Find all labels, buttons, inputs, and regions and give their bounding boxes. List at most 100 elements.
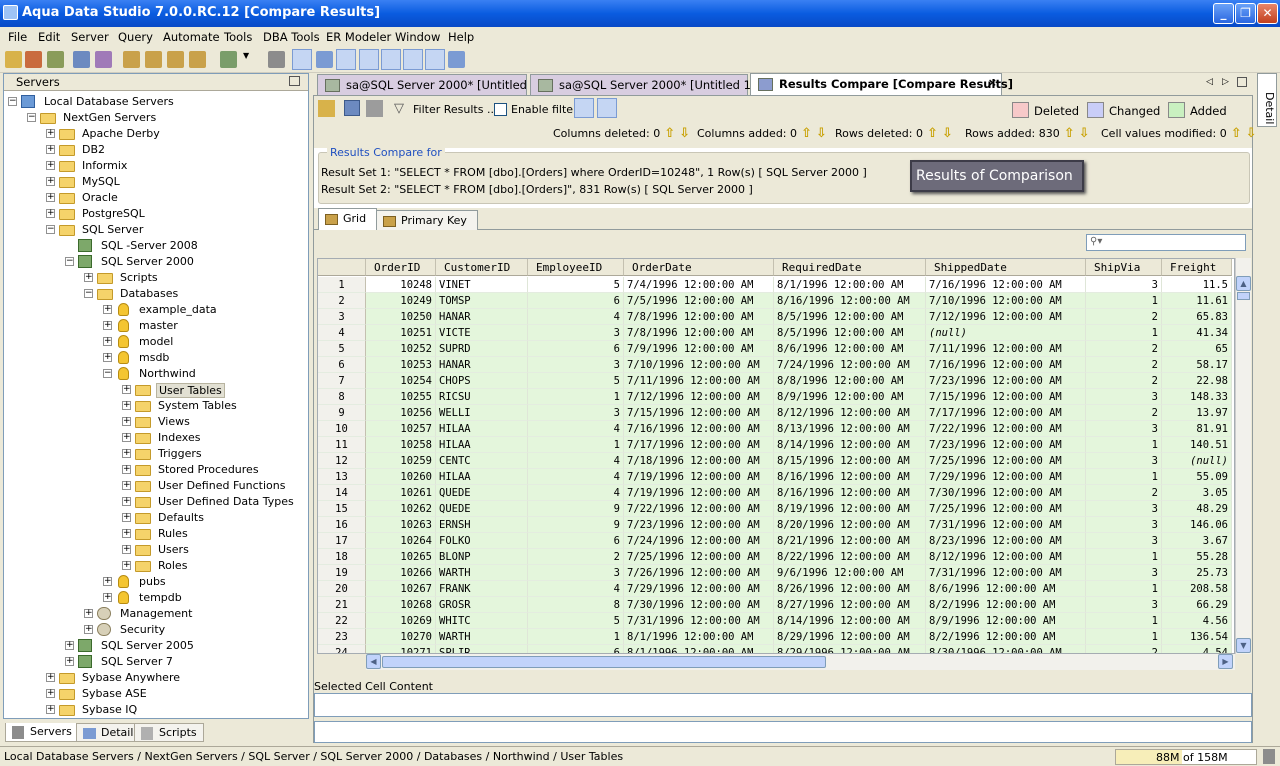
table-cell[interactable]: 8/1/1996 12:00:00 AM xyxy=(624,645,774,653)
close-tab-icon[interactable]: × xyxy=(988,76,997,89)
table-cell[interactable]: ERNSH xyxy=(436,517,528,533)
table-row[interactable]: 22 10269 WHITC 5 7/31/1996 12:00:00 AM 8/14/1… xyxy=(318,613,1234,629)
expand-icon[interactable]: + xyxy=(46,705,55,714)
layout-6-icon[interactable] xyxy=(403,49,423,70)
table-cell[interactable]: 1 xyxy=(1086,613,1162,629)
table-cell[interactable]: 3 xyxy=(528,357,624,373)
table-cell[interactable]: 8/14/1996 12:00:00 AM xyxy=(774,437,926,453)
table-cell[interactable]: 7/31/1996 12:00:00 AM xyxy=(926,565,1086,581)
table-cell[interactable]: 10262 xyxy=(366,501,436,517)
table-cell[interactable]: 7/30/1996 12:00:00 AM xyxy=(926,485,1086,501)
table-cell[interactable]: 3 xyxy=(528,405,624,421)
table-cell[interactable]: 8/21/1996 12:00:00 AM xyxy=(774,533,926,549)
column-header[interactable]: Freight xyxy=(1162,259,1232,276)
table-cell[interactable]: 7/31/1996 12:00:00 AM xyxy=(926,517,1086,533)
split-vertical-icon[interactable] xyxy=(597,98,617,118)
table-cell[interactable]: 3.67 xyxy=(1162,533,1232,549)
layout-2-icon[interactable] xyxy=(316,51,333,68)
grid-filter-input[interactable]: ⚲▾ xyxy=(1086,234,1246,251)
enable-filter-checkbox[interactable] xyxy=(494,103,507,116)
tab-primary-key[interactable]: Primary Key xyxy=(376,210,478,230)
down-arrow-icon[interactable]: ⇩ xyxy=(1246,126,1257,141)
query-window-icon[interactable] xyxy=(123,51,140,68)
table-row[interactable]: 14 10261 QUEDE 4 7/19/1996 12:00:00 AM 8/16/1… xyxy=(318,485,1234,501)
table-cell[interactable]: 7/8/1996 12:00:00 AM xyxy=(624,309,774,325)
table-cell[interactable]: 7/24/1996 12:00:00 AM xyxy=(624,533,774,549)
table-cell[interactable]: 7/25/1996 12:00:00 AM xyxy=(624,549,774,565)
menu-dba-tools[interactable]: DBA Tools xyxy=(263,30,320,44)
expand-icon[interactable]: + xyxy=(103,305,112,314)
server-tools-icon[interactable] xyxy=(95,51,112,68)
table-cell[interactable]: 8/2/1996 12:00:00 AM xyxy=(926,597,1086,613)
expand-icon[interactable]: + xyxy=(65,657,74,666)
table-cell[interactable]: 8/26/1996 12:00:00 AM xyxy=(774,581,926,597)
table-cell[interactable]: 1 xyxy=(1086,581,1162,597)
table-cell[interactable]: 10267 xyxy=(366,581,436,597)
layout-1-icon[interactable] xyxy=(292,49,312,70)
column-header[interactable]: ShipVia xyxy=(1086,259,1162,276)
table-cell[interactable]: RICSU xyxy=(436,389,528,405)
table-cell[interactable]: 65.83 xyxy=(1162,309,1232,325)
table-cell[interactable]: 10249 xyxy=(366,293,436,309)
table-cell[interactable]: FRANK xyxy=(436,581,528,597)
tab-grid[interactable]: Grid xyxy=(318,208,378,230)
table-cell[interactable]: 7/29/1996 12:00:00 AM xyxy=(926,469,1086,485)
column-header[interactable]: OrderID xyxy=(366,259,436,276)
column-header[interactable]: OrderDate xyxy=(624,259,774,276)
menu-help[interactable]: Help xyxy=(448,30,474,44)
new-query-icon[interactable] xyxy=(167,51,184,68)
server-properties-icon[interactable] xyxy=(73,51,90,68)
table-cell[interactable]: 7/24/1996 12:00:00 AM xyxy=(774,357,926,373)
table-cell[interactable]: 8/6/1996 12:00:00 AM xyxy=(926,581,1086,597)
table-cell[interactable]: 2 xyxy=(1086,485,1162,501)
table-row[interactable]: 8 10255 RICSU 1 7/12/1996 12:00:00 AM 8/9/199… xyxy=(318,389,1234,405)
layout-3-icon[interactable] xyxy=(336,49,356,70)
table-cell[interactable]: 13.97 xyxy=(1162,405,1232,421)
table-cell[interactable]: 10255 xyxy=(366,389,436,405)
maximize-button[interactable]: ❐ xyxy=(1235,3,1256,24)
table-cell[interactable]: 8/16/1996 12:00:00 AM xyxy=(774,469,926,485)
expand-icon[interactable]: + xyxy=(103,321,112,330)
table-cell[interactable]: 8/6/1996 12:00:00 AM xyxy=(774,341,926,357)
table-cell[interactable]: 1 xyxy=(1086,629,1162,645)
table-cell[interactable]: 4 xyxy=(528,309,624,325)
expand-icon[interactable]: + xyxy=(84,273,93,282)
table-cell[interactable]: 8/14/1996 12:00:00 AM xyxy=(774,613,926,629)
scroll-up-icon[interactable]: ▲ xyxy=(1236,276,1251,291)
table-cell[interactable]: 8/5/1996 12:00:00 AM xyxy=(774,325,926,341)
table-cell[interactable]: 7/15/1996 12:00:00 AM xyxy=(926,389,1086,405)
table-cell[interactable]: 10263 xyxy=(366,517,436,533)
table-cell[interactable]: 7/11/1996 12:00:00 AM xyxy=(624,373,774,389)
table-cell[interactable]: 8/23/1996 12:00:00 AM xyxy=(926,533,1086,549)
table-cell[interactable]: WELLI xyxy=(436,405,528,421)
table-cell[interactable]: 8/1/1996 12:00:00 AM xyxy=(774,277,926,293)
vertical-scrollbar[interactable]: ▲ ▼ xyxy=(1235,258,1251,654)
table-cell[interactable]: 3 xyxy=(1086,421,1162,437)
table-cell[interactable]: WARTH xyxy=(436,629,528,645)
table-cell[interactable]: 8/16/1996 12:00:00 AM xyxy=(774,293,926,309)
filter-icon[interactable]: ▽ xyxy=(394,101,404,116)
table-cell[interactable]: 6 xyxy=(528,533,624,549)
table-cell[interactable]: 4.54 xyxy=(1162,645,1232,653)
table-cell[interactable]: 10266 xyxy=(366,565,436,581)
table-cell[interactable]: 208.58 xyxy=(1162,581,1232,597)
table-cell[interactable]: 10258 xyxy=(366,437,436,453)
table-cell[interactable]: 3.05 xyxy=(1162,485,1232,501)
table-cell[interactable]: 1 xyxy=(1086,437,1162,453)
table-cell[interactable]: 1 xyxy=(528,437,624,453)
expand-icon[interactable]: + xyxy=(122,545,131,554)
table-cell[interactable]: 22.98 xyxy=(1162,373,1232,389)
table-cell[interactable]: QUEDE xyxy=(436,485,528,501)
selected-cell-content[interactable] xyxy=(314,693,1252,717)
expand-icon[interactable]: + xyxy=(122,497,131,506)
table-cell[interactable]: 5 xyxy=(528,613,624,629)
expand-icon[interactable]: + xyxy=(46,161,55,170)
table-cell[interactable]: 7/26/1996 12:00:00 AM xyxy=(624,565,774,581)
table-cell[interactable]: 2 xyxy=(1086,373,1162,389)
table-cell[interactable]: 8/19/1996 12:00:00 AM xyxy=(774,501,926,517)
expand-icon[interactable]: + xyxy=(122,449,131,458)
table-cell[interactable]: 7/29/1996 12:00:00 AM xyxy=(624,581,774,597)
table-row[interactable]: 4 10251 VICTE 3 7/8/1996 12:00:00 AM 8/5/1996… xyxy=(318,325,1234,341)
table-cell[interactable]: 10269 xyxy=(366,613,436,629)
table-cell[interactable]: 58.17 xyxy=(1162,357,1232,373)
